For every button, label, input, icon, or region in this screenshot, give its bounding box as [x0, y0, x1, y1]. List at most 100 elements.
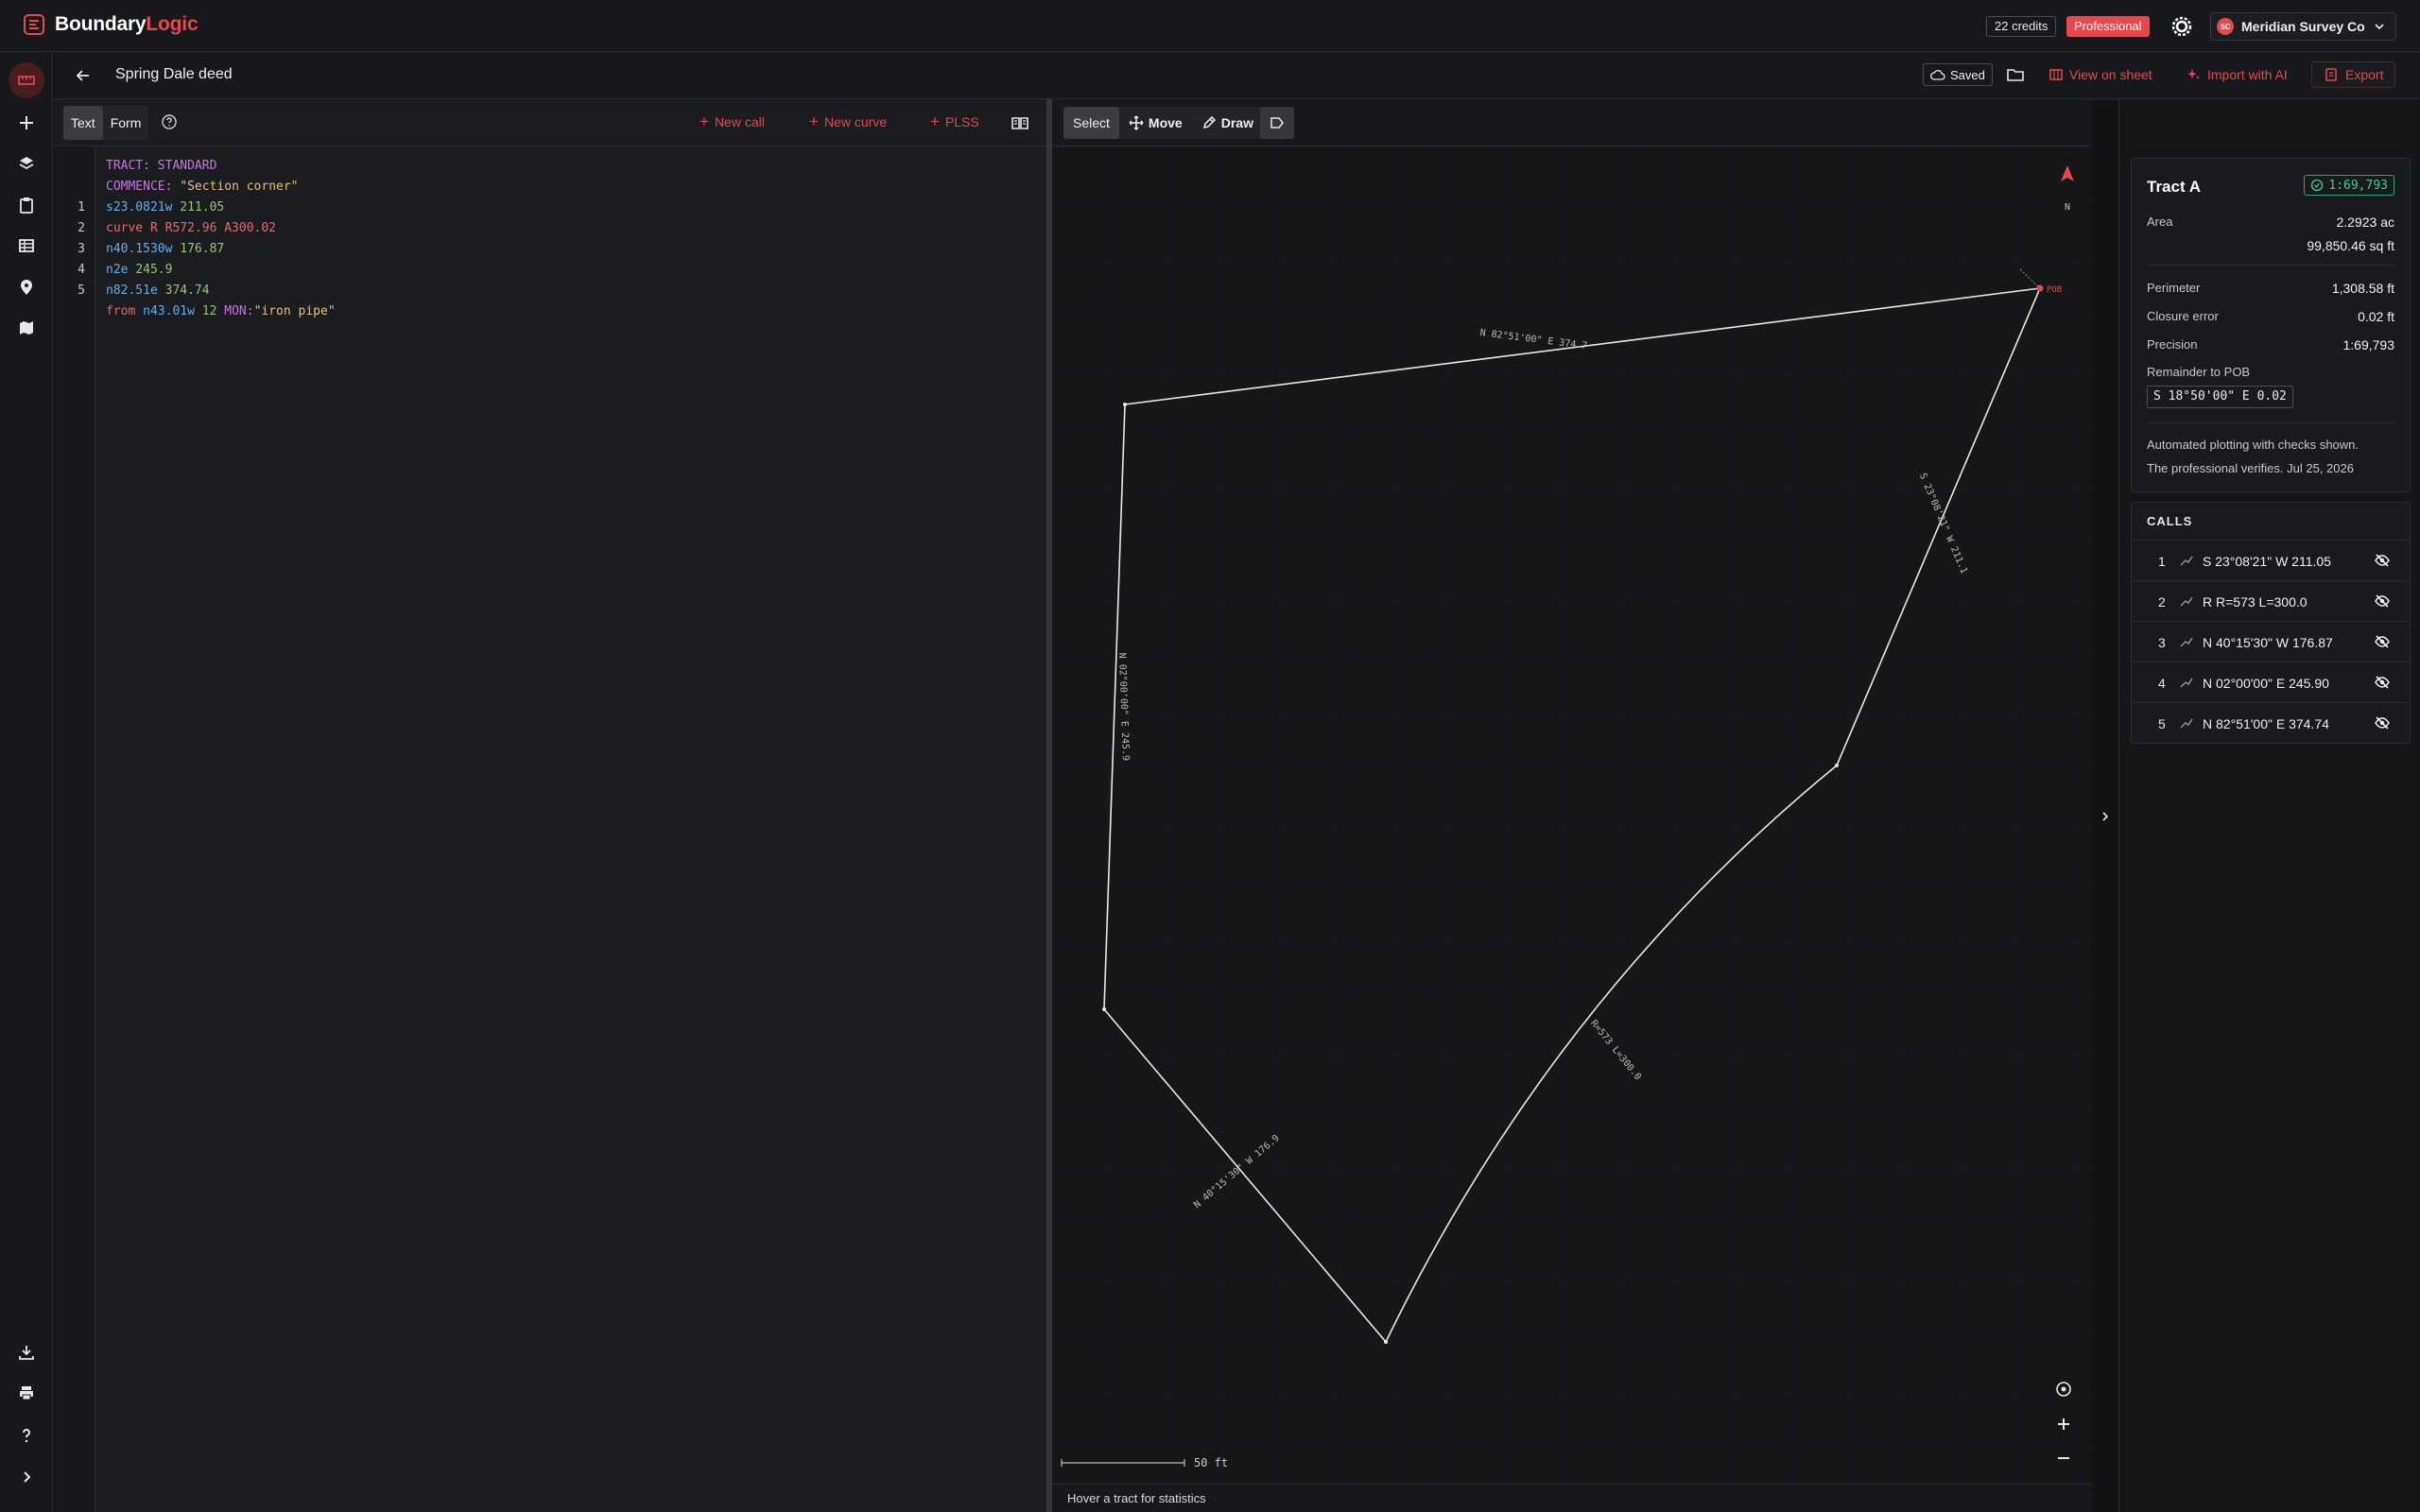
- rail-button-locations[interactable]: [13, 274, 40, 301]
- code-token: "iron pipe": [253, 304, 336, 318]
- code-line[interactable]: TRACT: STANDARD: [106, 159, 216, 173]
- eye-off-icon[interactable]: [2374, 552, 2391, 569]
- layers-icon: [19, 157, 34, 170]
- tab-text[interactable]: Text: [63, 106, 103, 140]
- plss-button[interactable]: + PLSS: [930, 112, 979, 131]
- back-button[interactable]: [73, 65, 94, 86]
- mode-tabs: Text Form: [63, 106, 149, 140]
- rail-button-measure[interactable]: [9, 62, 44, 98]
- code-token: n43.01w: [143, 304, 202, 318]
- eye-off-icon[interactable]: [2374, 593, 2391, 610]
- zoom-in-button[interactable]: [2052, 1413, 2075, 1435]
- map-canvas[interactable]: N POB N 82°51'00" E 374.7 S 23°08'21" W …: [1052, 146, 2092, 1484]
- line-number: 3: [78, 242, 85, 256]
- code-line[interactable]: n2e 245.9: [106, 263, 172, 277]
- plus-icon: +: [930, 112, 940, 130]
- view-on-sheet-button[interactable]: View on sheet: [2048, 67, 2152, 82]
- document-header: Spring Dale deed Saved View on sheet Imp…: [54, 52, 2420, 99]
- stats-divider: [2147, 422, 2396, 423]
- code-token: TRACT: STANDARD: [106, 159, 217, 173]
- eye-off-icon[interactable]: [2374, 674, 2391, 691]
- vertex-marker[interactable]: [1835, 764, 1839, 767]
- export-label: Export: [2345, 67, 2384, 82]
- code-token: 12: [201, 304, 225, 318]
- rail-button-expand[interactable]: [13, 1464, 40, 1490]
- code-line[interactable]: from n43.01w 12 MON:"iron pipe": [106, 304, 336, 318]
- closure-error-value: 0.02 ft: [2358, 309, 2394, 324]
- export-icon: [2325, 68, 2337, 81]
- select-tool-button[interactable]: Select: [1063, 107, 1119, 139]
- call-number: 2: [2158, 594, 2166, 610]
- code-token: 211.05: [180, 200, 225, 215]
- eye-off-icon[interactable]: [2374, 714, 2391, 731]
- fit-view-icon: [2056, 1382, 2071, 1397]
- tab-form[interactable]: Form: [103, 106, 149, 140]
- line-number: 4: [78, 263, 85, 277]
- document-title[interactable]: Spring Dale deed: [115, 66, 233, 83]
- new-call-button[interactable]: + New call: [700, 112, 765, 131]
- logo-icon: [24, 14, 44, 35]
- tract-card[interactable]: Tract A 1:69,793 Area 2.2923 ac 99,850.4…: [2131, 158, 2411, 492]
- tract-boundary[interactable]: POB: [1102, 268, 2062, 1344]
- plus-icon: [20, 116, 33, 129]
- rail-button-table[interactable]: [13, 232, 40, 259]
- import-with-ai-button[interactable]: Import with AI: [2187, 67, 2288, 82]
- new-curve-button[interactable]: + New curve: [809, 112, 887, 131]
- vertex-marker[interactable]: [1102, 1007, 1106, 1011]
- brand-logo[interactable]: BoundaryLogic: [23, 13, 199, 36]
- code-line[interactable]: n40.1530w 176.87: [106, 242, 224, 256]
- theme-settings-button[interactable]: [2169, 13, 2195, 40]
- north-arrow: N: [2061, 165, 2074, 213]
- rail-button-help[interactable]: [13, 1422, 40, 1449]
- code-line[interactable]: curve R R572.96 A300.02: [106, 221, 276, 235]
- fit-to-view-button[interactable]: [2052, 1378, 2075, 1400]
- editor-help-button[interactable]: [161, 113, 178, 130]
- export-button[interactable]: Export: [2311, 61, 2396, 88]
- editor-toolbar: Text Form + New call + New curve + PLSS: [54, 99, 1046, 146]
- call-text: S 23°08'21" W 211.05: [2203, 554, 2331, 569]
- credits-badge[interactable]: 22 credits: [1986, 16, 2057, 37]
- call-row[interactable]: 5 N 82°51'00" E 374.74: [2132, 702, 2410, 743]
- plss-label: PLSS: [944, 114, 979, 129]
- plan-badge[interactable]: Professional: [2066, 16, 2150, 37]
- zoom-out-button[interactable]: [2052, 1447, 2075, 1469]
- call-row[interactable]: 3 N 40°15'30" W 176.87: [2132, 621, 2410, 662]
- call-row[interactable]: 4 N 02°00'00" E 245.90: [2132, 662, 2410, 702]
- eye-off-icon[interactable]: [2374, 633, 2391, 650]
- view-on-sheet-label: View on sheet: [2069, 67, 2152, 82]
- move-tool-button[interactable]: Move: [1119, 107, 1192, 139]
- code-token: COMMENCE:: [106, 180, 181, 194]
- map-toolbar: Select Move Draw: [1052, 99, 2092, 146]
- code-line[interactable]: COMMENCE: "Section corner": [106, 180, 299, 194]
- boundary-segment-3[interactable]: [1103, 1008, 1387, 1343]
- rail-button-documents[interactable]: [13, 192, 40, 218]
- line-segment-icon: [2180, 637, 2193, 647]
- rail-button-download[interactable]: [13, 1339, 40, 1366]
- north-label: N: [2065, 202, 2070, 213]
- collapse-stats-button[interactable]: [2092, 99, 2118, 1512]
- line-segment-icon: [2180, 678, 2193, 688]
- call-row[interactable]: 1 S 23°08'21" W 211.05: [2132, 540, 2410, 580]
- organization-menu[interactable]: SC Meridian Survey Co: [2210, 12, 2396, 41]
- vertex-marker[interactable]: [1384, 1340, 1388, 1344]
- stats-panel: Tract A 1:69,793 Area 2.2923 ac 99,850.4…: [2118, 99, 2420, 1512]
- call-row[interactable]: 2 R R=573 L=300.0: [2132, 580, 2410, 621]
- select-tool-label: Select: [1073, 115, 1110, 130]
- calls-title: CALLS: [2147, 514, 2193, 528]
- code-line[interactable]: s23.0821w 211.05: [106, 200, 224, 215]
- rail-button-layers[interactable]: [13, 150, 40, 177]
- check-circle-icon: [2311, 179, 2324, 192]
- rail-button-print[interactable]: [13, 1380, 40, 1406]
- code-line[interactable]: n82.51e 374.74: [106, 284, 210, 298]
- rail-button-add[interactable]: [13, 110, 40, 136]
- boundary-segment-1[interactable]: [1836, 287, 2041, 766]
- pob-marker[interactable]: [2036, 284, 2044, 292]
- rail-button-maps[interactable]: [13, 315, 40, 341]
- folder-button[interactable]: [2006, 65, 2025, 84]
- tag-icon: [1270, 117, 1284, 129]
- reference-book-button[interactable]: [1011, 113, 1029, 132]
- toggle-labels-button[interactable]: [1260, 107, 1294, 139]
- vertex-marker[interactable]: [1123, 403, 1127, 406]
- editor-pane: Text Form + New call + New curve + PLSS …: [54, 99, 1046, 1512]
- draw-tool-button[interactable]: Draw: [1192, 107, 1263, 139]
